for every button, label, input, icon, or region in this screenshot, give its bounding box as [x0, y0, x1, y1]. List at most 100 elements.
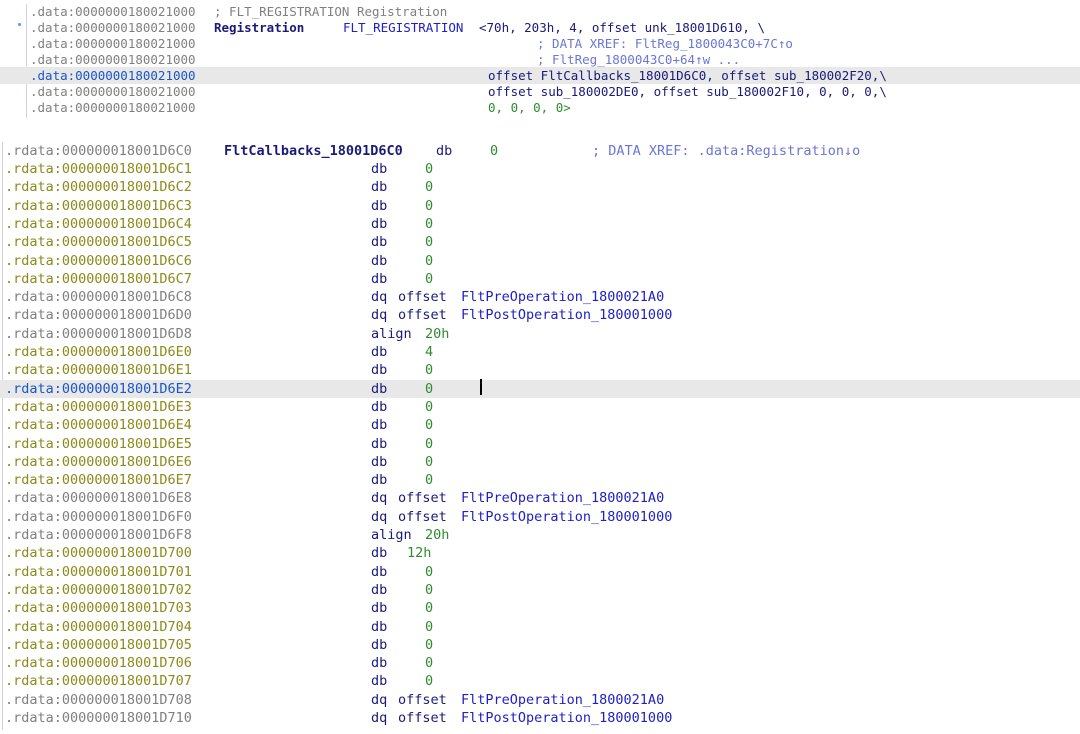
mnemonic[interactable]: dq [371, 288, 387, 306]
listing-line[interactable]: .rdata:000000018001D707 db 0 [0, 672, 1080, 690]
address[interactable]: .rdata:000000018001D707 [5, 672, 192, 690]
address[interactable]: .rdata:000000018001D6C5 [5, 233, 192, 251]
listing-line[interactable]: .rdata:000000018001D706 db 0 [0, 654, 1080, 672]
address[interactable]: .rdata:000000018001D6C1 [5, 160, 192, 178]
operand-value[interactable]: 0 [425, 618, 433, 636]
struct-operands[interactable]: 0, 0, 0, 0> [488, 99, 571, 117]
operand-value[interactable]: 0 [425, 672, 433, 690]
listing-line[interactable]: .rdata:000000018001D6C1 db 0 [0, 160, 1080, 178]
address[interactable]: .rdata:000000018001D704 [5, 618, 192, 636]
operand-target[interactable]: FltPostOperation_180001000 [461, 306, 672, 324]
operand-value[interactable]: 0 [425, 215, 433, 233]
address[interactable]: .rdata:000000018001D710 [5, 709, 192, 727]
operand-value[interactable]: 0 [425, 435, 433, 453]
operand-value[interactable]: 20h [425, 526, 449, 544]
listing-line[interactable]: .rdata:000000018001D703 db 0 [0, 599, 1080, 617]
operand-value[interactable]: 0 [425, 398, 433, 416]
listing-line[interactable]: .rdata:000000018001D702 db 0 [0, 581, 1080, 599]
mnemonic[interactable]: db [371, 654, 387, 672]
address[interactable]: .rdata:000000018001D706 [5, 654, 192, 672]
operand-target[interactable]: FltPreOperation_1800021A0 [461, 489, 664, 507]
address[interactable]: .rdata:000000018001D6C6 [5, 252, 192, 270]
label-fltcallbacks[interactable]: FltCallbacks_18001D6C0 [224, 142, 403, 160]
address[interactable]: .rdata:000000018001D6C0 [5, 142, 192, 160]
listing-line[interactable]: .rdata:000000018001D708 dq offset FltPreOpe… [0, 691, 1080, 709]
operand-value[interactable]: 12h [407, 544, 431, 562]
operand-value[interactable]: 0 [425, 636, 433, 654]
mnemonic[interactable]: db [371, 215, 387, 233]
address[interactable]: .rdata:000000018001D6E2 [5, 380, 192, 398]
listing-line[interactable]: .rdata:000000018001D6C6 db 0 [0, 252, 1080, 270]
operand-target[interactable]: FltPreOperation_1800021A0 [461, 288, 664, 306]
operand-value[interactable]: 0 [490, 142, 498, 160]
operand-value[interactable]: 0 [425, 252, 433, 270]
operand-value[interactable]: 0 [425, 563, 433, 581]
address[interactable]: .rdata:000000018001D6E0 [5, 343, 192, 361]
address[interactable]: .rdata:000000018001D6F0 [5, 508, 192, 526]
address[interactable]: .rdata:000000018001D6F8 [5, 526, 192, 544]
listing-line[interactable]: .rdata:000000018001D6C3 db 0 [0, 197, 1080, 215]
mnemonic[interactable]: db [371, 599, 387, 617]
operand-value[interactable]: 0 [425, 416, 433, 434]
mnemonic[interactable]: db [371, 435, 387, 453]
listing-line[interactable]: .rdata:000000018001D6C2 db 0 [0, 178, 1080, 196]
xref-comment[interactable]: ; DATA XREF: .data:Registration↓o [592, 142, 860, 160]
listing-line[interactable]: .rdata:000000018001D6E6 db 0 [0, 453, 1080, 471]
address[interactable]: .rdata:000000018001D6E7 [5, 471, 192, 489]
address[interactable]: .rdata:000000018001D703 [5, 599, 192, 617]
operand-value[interactable]: 0 [425, 270, 433, 288]
address[interactable]: .rdata:000000018001D705 [5, 636, 192, 654]
listing-line[interactable]: .rdata:000000018001D6D0 dq offset FltPostOp… [0, 306, 1080, 324]
operand-value[interactable]: 0 [425, 471, 433, 489]
listing-line[interactable]: .rdata:000000018001D6F0 dq offset FltPostOp… [0, 508, 1080, 526]
listing-line[interactable]: .rdata:000000018001D6E0 db 4 [0, 343, 1080, 361]
address[interactable]: .rdata:000000018001D6C8 [5, 288, 192, 306]
address[interactable]: .rdata:000000018001D6C4 [5, 215, 192, 233]
mnemonic[interactable]: dq [371, 306, 387, 324]
operand-value[interactable]: 0 [425, 178, 433, 196]
mnemonic[interactable]: db [371, 252, 387, 270]
mnemonic[interactable]: db [371, 471, 387, 489]
address[interactable]: .rdata:000000018001D708 [5, 691, 192, 709]
listing-line[interactable]: .rdata:000000018001D6C5 db 0 [0, 233, 1080, 251]
mnemonic[interactable]: db [371, 270, 387, 288]
address[interactable]: .rdata:000000018001D6E1 [5, 361, 192, 379]
mnemonic[interactable]: db [371, 160, 387, 178]
address[interactable]: .data:0000000180021000 [30, 99, 196, 117]
mnemonic[interactable]: db [371, 618, 387, 636]
operand-target[interactable]: FltPreOperation_1800021A0 [461, 691, 664, 709]
listing-line[interactable]: .rdata:000000018001D6C7 db 0 [0, 270, 1080, 288]
listing-line[interactable]: .rdata:000000018001D6E7 db 0 [0, 471, 1080, 489]
mnemonic[interactable]: dq [371, 709, 387, 727]
operand-value[interactable]: 0 [425, 197, 433, 215]
listing-line-selected[interactable]: .rdata:000000018001D6E2 db 0 [0, 380, 1080, 398]
listing-line-selected[interactable]: .data:0000000180021000 offset FltCallbac… [0, 67, 1080, 84]
mnemonic[interactable]: db [371, 636, 387, 654]
listing-line[interactable]: .rdata:000000018001D6E1 db 0 [0, 361, 1080, 379]
listing-line[interactable]: .rdata:000000018001D6E4 db 0 [0, 416, 1080, 434]
operand-value[interactable]: 0 [425, 233, 433, 251]
listing-line[interactable]: .rdata:000000018001D705 db 0 [0, 636, 1080, 654]
address[interactable]: .rdata:000000018001D6C3 [5, 197, 192, 215]
listing-line[interactable]: .rdata:000000018001D704 db 0 [0, 618, 1080, 636]
mnemonic[interactable]: db [371, 233, 387, 251]
operand-value[interactable]: 0 [425, 654, 433, 672]
address[interactable]: .rdata:000000018001D702 [5, 581, 192, 599]
address[interactable]: .rdata:000000018001D700 [5, 544, 192, 562]
address[interactable]: .rdata:000000018001D6E5 [5, 435, 192, 453]
mnemonic[interactable]: db [371, 398, 387, 416]
operand-target[interactable]: FltPostOperation_180001000 [461, 709, 672, 727]
mnemonic[interactable]: db [371, 361, 387, 379]
address[interactable]: .rdata:000000018001D6C2 [5, 178, 192, 196]
address[interactable]: .rdata:000000018001D701 [5, 563, 192, 581]
listing-line[interactable]: .rdata:000000018001D701 db 0 [0, 563, 1080, 581]
listing-line[interactable]: .rdata:000000018001D6E8 dq offset FltPreOpe… [0, 489, 1080, 507]
mnemonic[interactable]: db [371, 453, 387, 471]
operand-value[interactable]: 4 [425, 343, 433, 361]
operand-value[interactable]: 0 [425, 581, 433, 599]
operand-value[interactable]: 0 [425, 599, 433, 617]
address[interactable]: .rdata:000000018001D6E4 [5, 416, 192, 434]
mnemonic[interactable]: db [371, 672, 387, 690]
operand-target[interactable]: FltPostOperation_180001000 [461, 508, 672, 526]
listing-line[interactable]: .rdata:000000018001D700 db 12h [0, 544, 1080, 562]
